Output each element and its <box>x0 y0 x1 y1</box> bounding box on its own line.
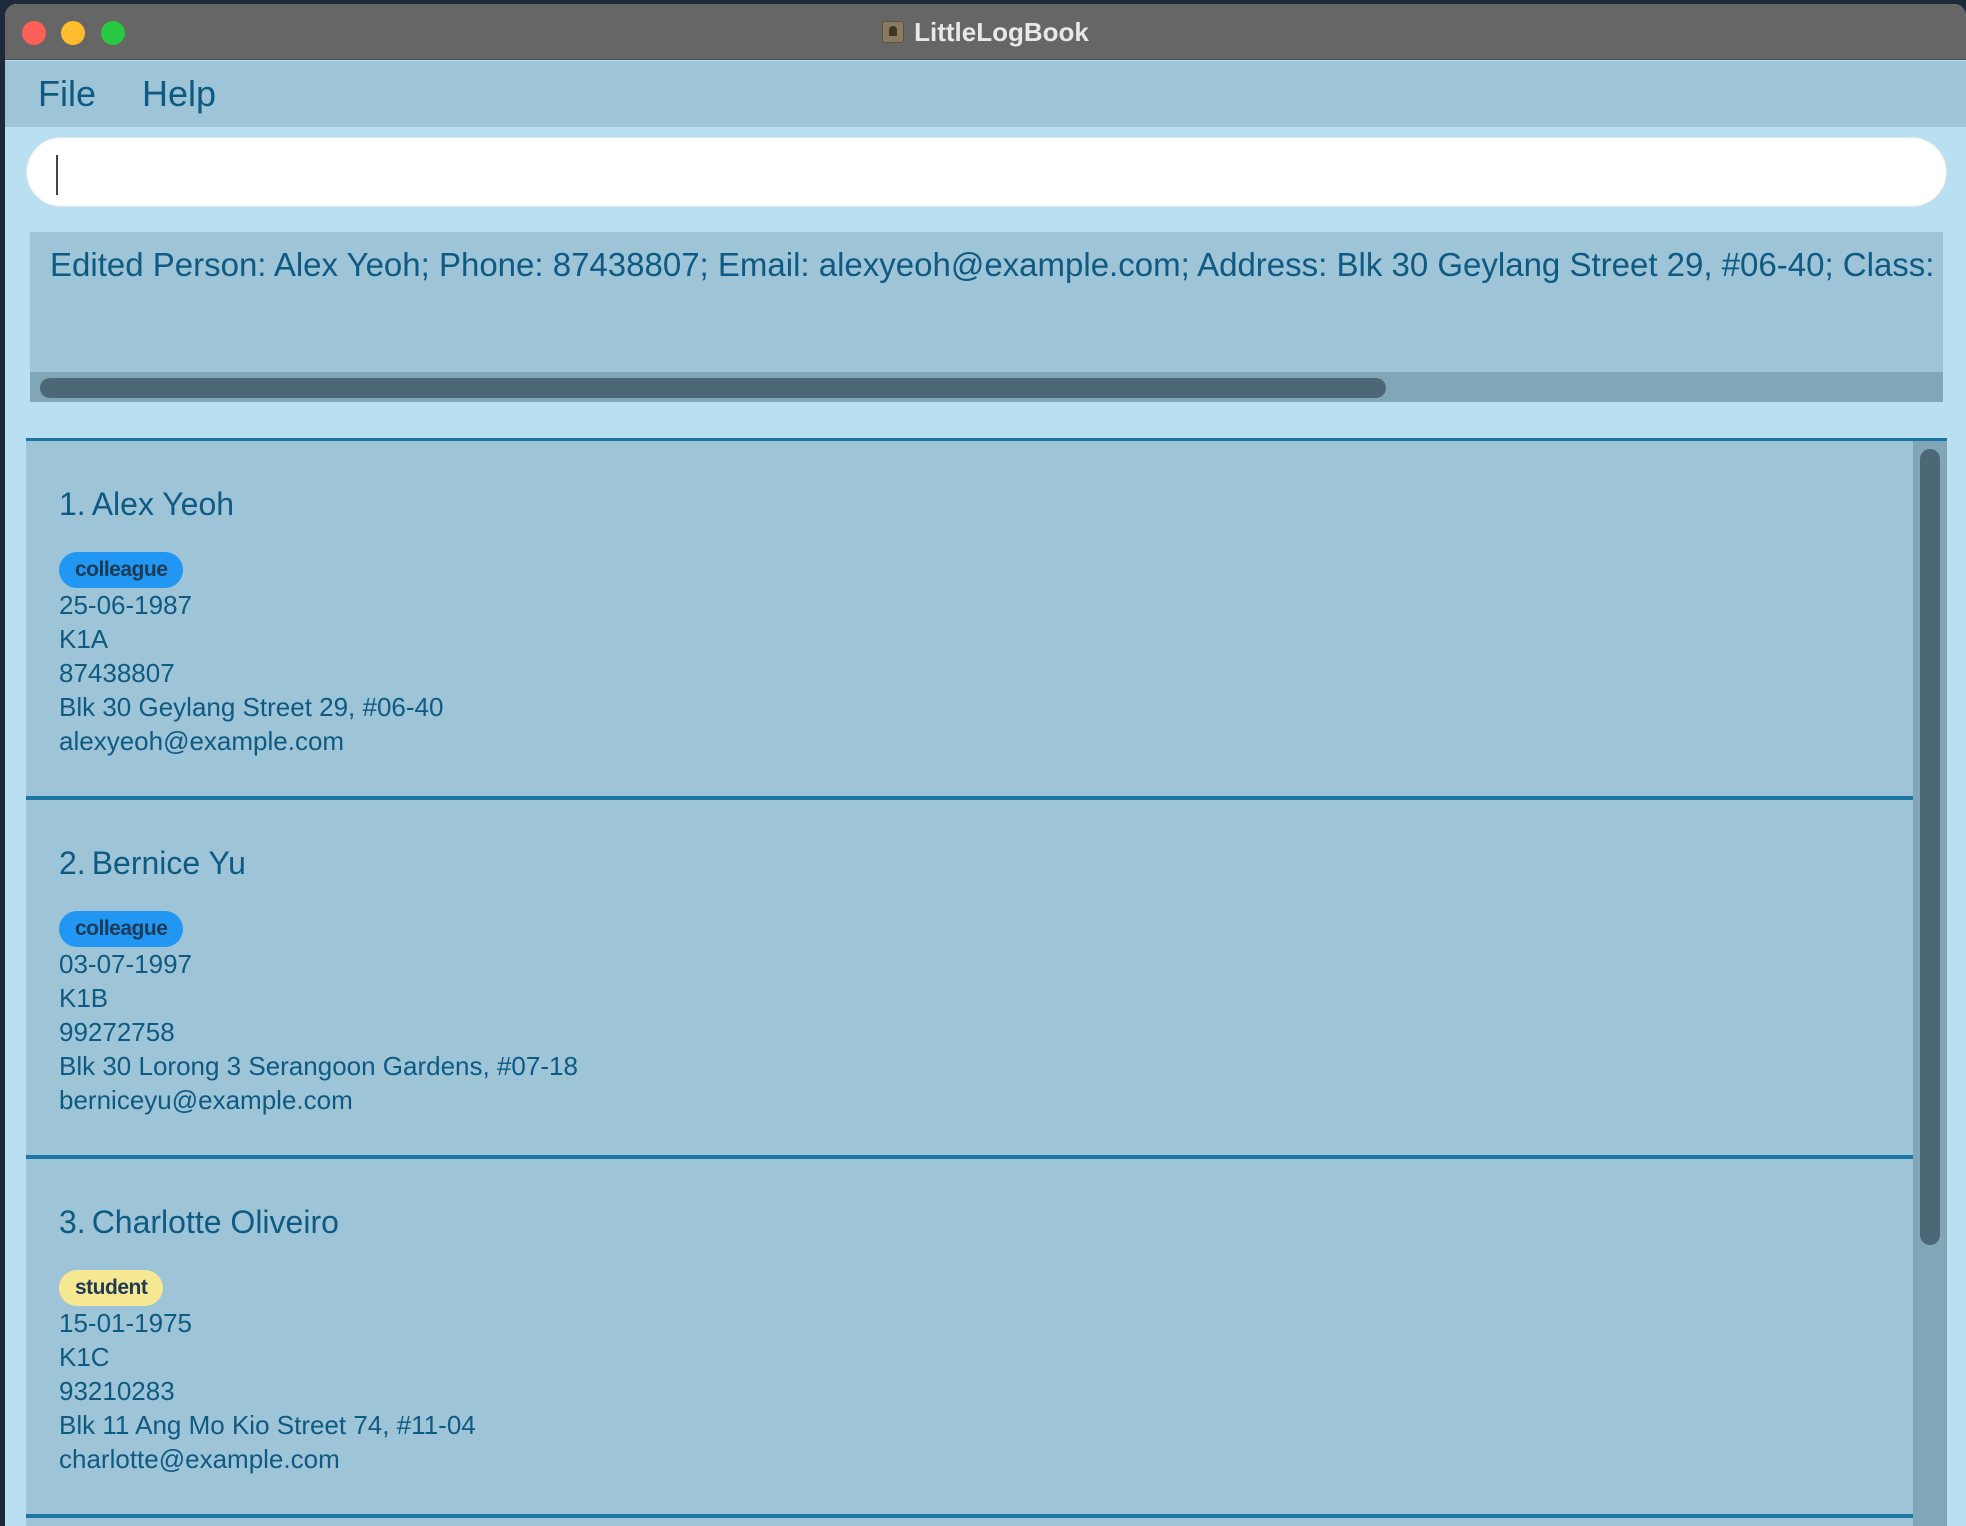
result-horizontal-scrollbar[interactable] <box>30 372 1943 402</box>
person-birthday: 03-07-1997 <box>59 949 192 979</box>
result-display[interactable]: Edited Person: Alex Yeoh; Phone: 8743880… <box>30 232 1943 402</box>
person-name: Alex Yeoh <box>91 486 235 522</box>
app-window: LittleLogBook File Help Edited Person: A… <box>5 4 1966 1526</box>
person-name: Bernice Yu <box>91 845 246 881</box>
person-address: Blk 11 Ang Mo Kio Street 74, #11-04 <box>59 1410 476 1440</box>
person-card[interactable]: 3. Charlotte Oliveiro student 15-01-1975 … <box>26 1159 1913 1518</box>
person-email: berniceyu@example.com <box>59 1085 353 1115</box>
person-card[interactable]: 1. Alex Yeoh colleague 25-06-1987 K1A 874… <box>26 441 1913 800</box>
person-phone: 87438807 <box>59 658 175 688</box>
person-email: charlotte@example.com <box>59 1444 340 1474</box>
person-address: Blk 30 Lorong 3 Serangoon Gardens, #07-1… <box>59 1051 578 1081</box>
list-scrollbar-thumb[interactable] <box>1920 449 1940 1245</box>
window-title-group: LittleLogBook <box>5 4 1966 60</box>
person-class: K1C <box>59 1342 110 1372</box>
person-tag: colleague <box>59 911 184 947</box>
person-index: 2. <box>59 845 86 881</box>
result-message: Edited Person: Alex Yeoh; Phone: 8743880… <box>50 246 1943 283</box>
person-birthday: 25-06-1987 <box>59 590 192 620</box>
person-phone: 93210283 <box>59 1376 175 1406</box>
list-vertical-scrollbar[interactable] <box>1913 441 1947 1526</box>
person-birthday: 15-01-1975 <box>59 1308 192 1338</box>
text-caret <box>56 155 58 195</box>
person-name-line: 3. Charlotte Oliveiro <box>59 1202 1913 1242</box>
window-title: LittleLogBook <box>914 16 1089 47</box>
person-phone: 99272758 <box>59 1017 175 1047</box>
person-name-line: 2. Bernice Yu <box>59 843 1913 883</box>
person-class: K1A <box>59 624 109 654</box>
person-tag: colleague <box>59 552 184 588</box>
person-index: 1. <box>59 486 86 522</box>
command-input[interactable] <box>59 148 1919 198</box>
menu-bar: File Help <box>5 61 1966 127</box>
person-class: K1B <box>59 983 109 1013</box>
person-email: alexyeoh@example.com <box>59 726 345 756</box>
app-icon <box>882 21 905 43</box>
person-tag: student <box>59 1270 164 1306</box>
result-scrollbar-thumb[interactable] <box>40 378 1386 398</box>
person-list[interactable]: 1. Alex Yeoh colleague 25-06-1987 K1A 874… <box>26 438 1947 1526</box>
menu-file[interactable]: File <box>38 73 96 115</box>
person-name: Charlotte Oliveiro <box>91 1204 339 1240</box>
person-index: 3. <box>59 1204 86 1240</box>
person-name-line: 1. Alex Yeoh <box>59 484 1913 524</box>
person-address: Blk 30 Geylang Street 29, #06-40 <box>59 692 444 722</box>
command-box[interactable] <box>26 137 1947 207</box>
person-card[interactable]: 2. Bernice Yu colleague 03-07-1997 K1B 99… <box>26 800 1913 1159</box>
title-bar[interactable]: LittleLogBook <box>5 4 1966 60</box>
menu-help[interactable]: Help <box>142 73 216 115</box>
